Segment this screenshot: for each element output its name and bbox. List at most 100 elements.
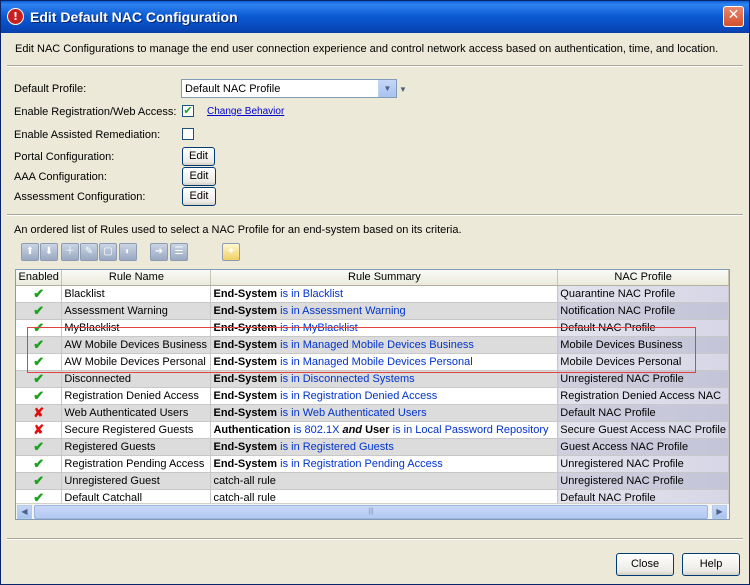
- summary-condition: is in Assessment Warning: [277, 304, 406, 317]
- scroll-right-icon[interactable]: ▶: [712, 505, 727, 519]
- assessment-edit-button[interactable]: Edit: [182, 187, 216, 206]
- column-header-nac-profile[interactable]: NAC Profile: [557, 270, 729, 286]
- rule-summary-text: catch-all rule: [213, 474, 276, 487]
- app-logo-icon: !: [7, 8, 24, 25]
- enabled-check-icon: ✔: [33, 285, 45, 301]
- table-row[interactable]: ✔ Blacklist End-System is in Blacklist Quar…: [16, 285, 729, 303]
- enabled-cell[interactable]: ✔: [16, 472, 63, 490]
- horizontal-scrollbar[interactable]: ◀ ||| ▶: [16, 503, 729, 519]
- divider: [7, 538, 743, 540]
- rule-summary-cell: End-System is in Web Authenticated Users: [210, 404, 559, 422]
- rule-summary-cell: End-System is in Blacklist: [210, 285, 559, 303]
- summary-condition: is in Blacklist: [277, 287, 344, 300]
- dropdown-extra-icon[interactable]: ▼: [399, 85, 407, 94]
- title-bar[interactable]: ! Edit Default NAC Configuration ✕: [1, 1, 749, 33]
- rule-name-cell: Secure Registered Guests: [61, 421, 212, 439]
- import-icon[interactable]: ☰: [170, 243, 188, 261]
- export-icon[interactable]: ➜: [150, 243, 168, 261]
- summary-subject: Authentication: [213, 423, 291, 436]
- chevron-down-icon[interactable]: ▼: [378, 80, 396, 97]
- move-down-icon[interactable]: ⬇: [40, 243, 58, 261]
- rules-table[interactable]: Enabled Rule Name Rule Summary NAC Profi…: [15, 269, 730, 520]
- summary-condition: is in Local Password Repository: [389, 423, 549, 436]
- column-header-rule-name[interactable]: Rule Name: [61, 270, 212, 286]
- enable-assisted-checkbox[interactable]: [182, 128, 194, 140]
- disabled-x-icon: ✘: [33, 421, 45, 437]
- delete-rule-icon[interactable]: ▢: [99, 243, 117, 261]
- summary-subject: End-System: [213, 440, 278, 453]
- rule-name-cell: Web Authenticated Users: [61, 404, 212, 422]
- rules-description: An ordered list of Rules used to select …: [14, 224, 462, 236]
- rule-summary-cell: Authentication is 802.1X and User is in …: [210, 421, 559, 439]
- summary-condition: is in Registration Denied Access: [277, 389, 438, 402]
- add-rule-icon[interactable]: ＋: [61, 243, 79, 261]
- scrollbar-thumb[interactable]: |||: [34, 505, 708, 519]
- close-window-button[interactable]: ✕: [723, 6, 744, 27]
- move-up-icon[interactable]: ⬆: [21, 243, 39, 261]
- change-behavior-link[interactable]: Change Behavior: [207, 106, 284, 117]
- table-row[interactable]: ✘ Web Authenticated Users End-System is in…: [16, 404, 729, 422]
- enabled-check-icon: ✔: [33, 387, 45, 403]
- enabled-cell[interactable]: ✔: [16, 285, 63, 303]
- enabled-cell[interactable]: ✘: [16, 421, 63, 439]
- summary-subject: End-System: [213, 389, 278, 402]
- close-button[interactable]: Close: [616, 553, 674, 576]
- rule-summary-cell: End-System is in Registration Pending Ac…: [210, 455, 559, 473]
- summary-condition: is in Disconnected Systems: [277, 372, 415, 385]
- summary-subject: End-System: [213, 372, 278, 385]
- rule-name-cell: Unregistered Guest: [61, 472, 212, 490]
- summary-subject: End-System: [213, 287, 278, 300]
- enabled-check-icon: ✔: [33, 438, 45, 454]
- edit-rule-icon[interactable]: ✎: [80, 243, 98, 261]
- enabled-cell[interactable]: ✔: [16, 455, 63, 473]
- column-header-enabled[interactable]: Enabled: [16, 270, 63, 286]
- portal-edit-button[interactable]: Edit: [182, 147, 215, 166]
- enable-registration-label: Enable Registration/Web Access:: [14, 106, 177, 118]
- help-button[interactable]: Help: [682, 553, 740, 576]
- intro-text: Edit NAC Configurations to manage the en…: [15, 43, 719, 55]
- nac-profile-cell: Unregistered NAC Profile: [557, 472, 729, 490]
- wizard-icon[interactable]: ✦: [222, 243, 240, 261]
- copy-rule-icon[interactable]: ◐: [119, 243, 137, 261]
- default-profile-select[interactable]: Default NAC Profile ▼: [181, 79, 397, 98]
- window-title: Edit Default NAC Configuration: [30, 9, 238, 25]
- rule-summary-cell: End-System is in Registered Guests: [210, 438, 559, 456]
- summary-condition: is in Registration Pending Access: [277, 457, 443, 470]
- rule-name-cell: Registration Pending Access: [61, 455, 212, 473]
- enabled-check-icon: ✔: [33, 455, 45, 471]
- nac-profile-cell: Guest Access NAC Profile: [557, 438, 729, 456]
- rule-summary-cell: End-System is in Assessment Warning: [210, 302, 559, 320]
- enabled-cell[interactable]: ✔: [16, 438, 63, 456]
- portal-config-label: Portal Configuration:: [14, 151, 115, 163]
- assessment-config-label: Assessment Configuration:: [14, 191, 146, 203]
- table-row[interactable]: ✔ Unregistered Guest catch-all rule Unregis…: [16, 472, 729, 490]
- rule-summary-cell: catch-all rule: [210, 472, 559, 490]
- highlight-annotation: [27, 327, 696, 373]
- aaa-config-label: AAA Configuration:: [14, 171, 107, 183]
- table-row[interactable]: ✔ Registered Guests End-System is in Regis…: [16, 438, 729, 456]
- rule-summary-text: catch-all rule: [213, 491, 276, 504]
- rule-name-cell: Assessment Warning: [61, 302, 212, 320]
- table-row[interactable]: ✔ Assessment Warning End-System is in Asse…: [16, 302, 729, 320]
- divider: [7, 214, 743, 216]
- enable-registration-checkbox[interactable]: ✔: [182, 105, 194, 117]
- table-row[interactable]: ✘ Secure Registered Guests Authentication …: [16, 421, 729, 439]
- table-row[interactable]: ✔ Registration Denied Access End-System is…: [16, 387, 729, 405]
- enabled-check-icon: ✔: [33, 472, 45, 488]
- scroll-left-icon[interactable]: ◀: [17, 505, 32, 519]
- table-row[interactable]: ✔ Registration Pending Access End-System i…: [16, 455, 729, 473]
- enabled-cell[interactable]: ✘: [16, 404, 63, 422]
- nac-profile-cell: Notification NAC Profile: [557, 302, 729, 320]
- rule-summary-cell: End-System is in Registration Denied Acc…: [210, 387, 559, 405]
- nac-profile-cell: Default NAC Profile: [557, 404, 729, 422]
- aaa-edit-button[interactable]: Edit: [182, 167, 216, 186]
- nac-profile-cell: Unregistered NAC Profile: [557, 455, 729, 473]
- summary-operator: and: [342, 423, 363, 436]
- divider: [7, 65, 743, 67]
- enable-assisted-label: Enable Assisted Remediation:: [14, 129, 161, 141]
- column-header-rule-summary[interactable]: Rule Summary: [210, 270, 559, 286]
- nac-profile-cell: Registration Denied Access NAC: [557, 387, 729, 405]
- enabled-cell[interactable]: ✔: [16, 387, 63, 405]
- enabled-cell[interactable]: ✔: [16, 302, 63, 320]
- summary-condition: is in Web Authenticated Users: [277, 406, 427, 419]
